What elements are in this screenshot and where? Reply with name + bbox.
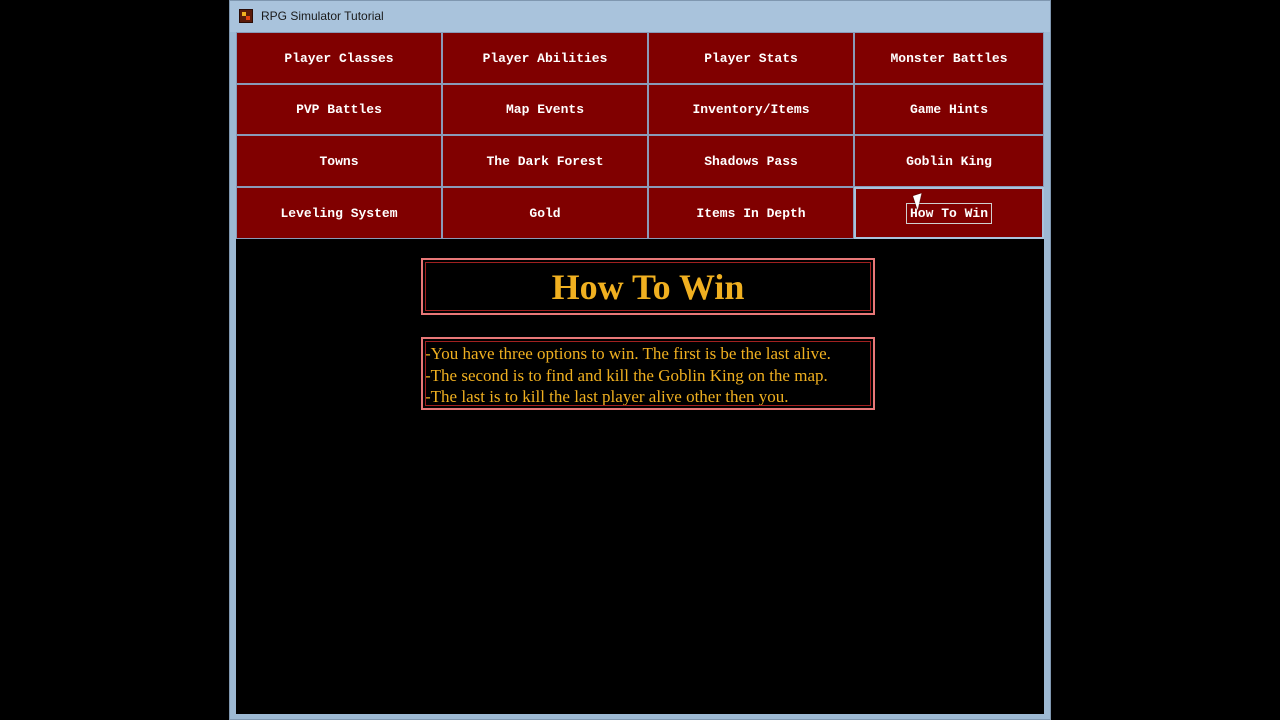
towns-button[interactable]: Towns xyxy=(236,135,442,187)
items-in-depth-button[interactable]: Items In Depth xyxy=(648,187,854,239)
info-line: -The last is to kill the last player ali… xyxy=(425,387,789,406)
info-line: -The second is to find and kill the Gobl… xyxy=(425,365,828,385)
button-label: Map Events xyxy=(505,102,584,117)
player-stats-button[interactable]: Player Stats xyxy=(648,32,854,84)
window-title: RPG Simulator Tutorial xyxy=(261,9,384,23)
game-hints-button[interactable]: Game Hints xyxy=(854,84,1044,135)
button-label: Monster Battles xyxy=(890,50,1008,66)
how-to-win-button[interactable]: How To Win xyxy=(854,187,1044,239)
gold-button[interactable]: Gold xyxy=(442,187,648,239)
info-text-box: -You have three options to win. The firs… xyxy=(421,337,875,410)
button-label: Gold xyxy=(529,205,561,221)
button-label: Player Stats xyxy=(704,50,798,66)
page-title-box: How To Win xyxy=(421,258,875,315)
leveling-system-button[interactable]: Leveling System xyxy=(236,187,442,239)
button-label: Towns xyxy=(319,153,359,169)
button-label: Leveling System xyxy=(280,205,398,221)
the-dark-forest-button[interactable]: The Dark Forest xyxy=(442,135,648,187)
map-events-button[interactable]: Map Events xyxy=(442,84,648,135)
player-classes-button[interactable]: Player Classes xyxy=(236,32,442,84)
button-label: Inventory/Items xyxy=(692,102,810,117)
inventory-items-button[interactable]: Inventory/Items xyxy=(648,84,854,135)
content-area: Player Classes Player Abilities Player S… xyxy=(236,32,1044,714)
pvp-battles-button[interactable]: PVP Battles xyxy=(236,84,442,135)
button-label: The Dark Forest xyxy=(486,153,604,169)
goblin-king-button[interactable]: Goblin King xyxy=(854,135,1044,187)
button-label: Goblin King xyxy=(906,153,992,169)
app-icon xyxy=(239,9,253,23)
shadows-pass-button[interactable]: Shadows Pass xyxy=(648,135,854,187)
button-label: Player Abilities xyxy=(482,50,608,66)
monster-battles-button[interactable]: Monster Battles xyxy=(854,32,1044,84)
button-label: Items In Depth xyxy=(696,205,806,221)
info-line: -You have three options to win. The firs… xyxy=(425,344,831,363)
button-label: Player Classes xyxy=(284,50,394,66)
button-label: PVP Battles xyxy=(296,102,382,117)
player-abilities-button[interactable]: Player Abilities xyxy=(442,32,648,84)
button-label: Game Hints xyxy=(909,102,988,117)
app-window: RPG Simulator Tutorial Player Classes Pl… xyxy=(229,0,1051,720)
title-bar[interactable]: RPG Simulator Tutorial xyxy=(230,1,1050,32)
page-title: How To Win xyxy=(551,266,745,307)
button-label: Shadows Pass xyxy=(704,153,798,169)
